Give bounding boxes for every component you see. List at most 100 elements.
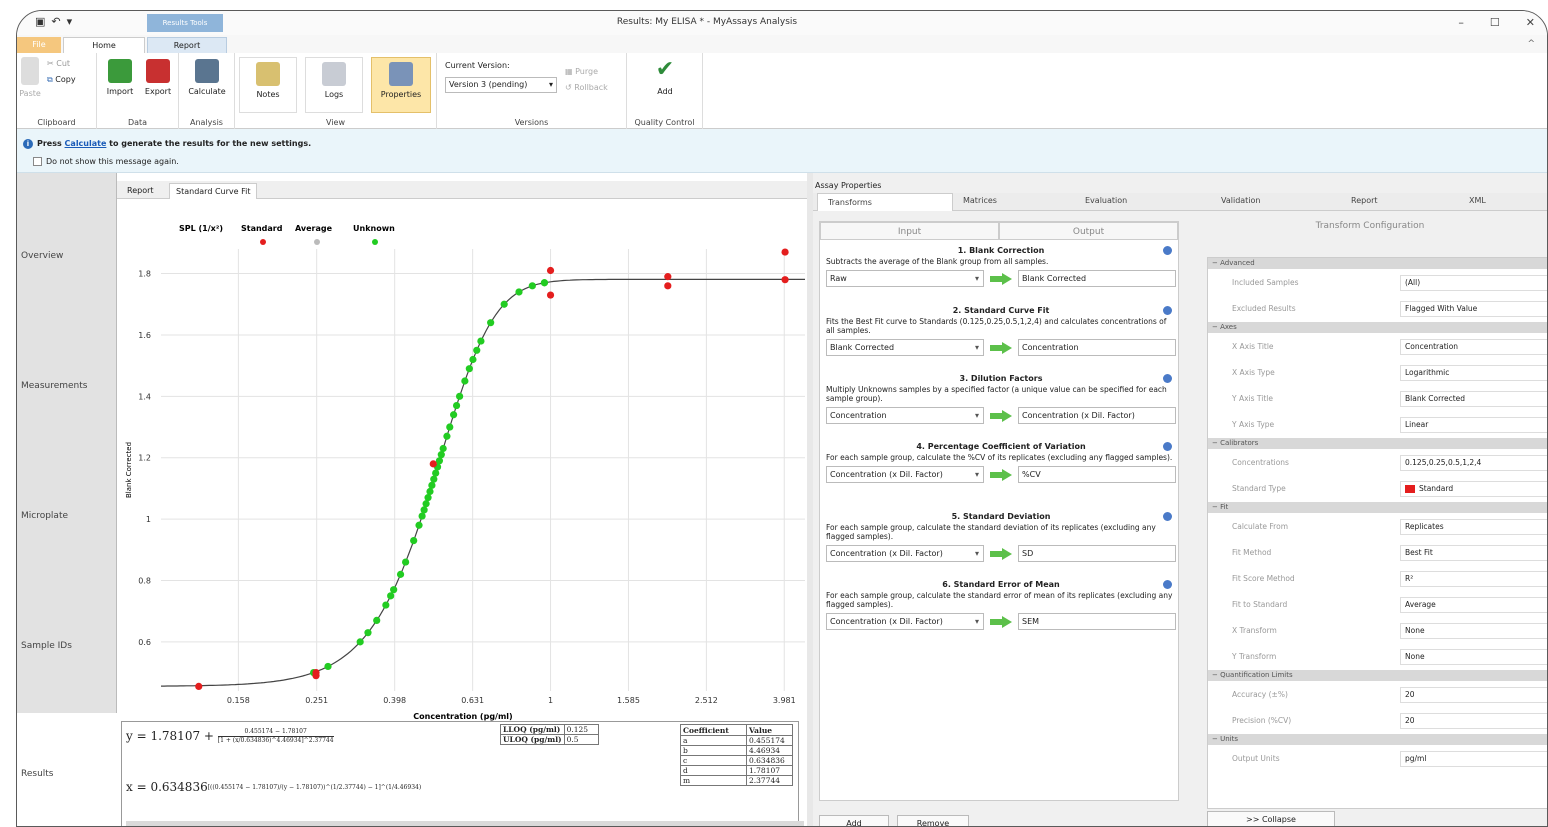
help-icon[interactable] [1163,512,1172,521]
property-value[interactable]: 20 [1400,713,1547,729]
property-fit-score: Fit Score Method R²▾ [1208,566,1547,592]
step-output-field[interactable]: SD [1018,545,1176,562]
import-button[interactable]: Import [103,59,137,96]
properties-tab-xml[interactable]: XML [1469,196,1486,205]
help-icon[interactable] [1163,374,1172,383]
close-button[interactable]: ✕ [1526,16,1535,29]
transform-step[interactable]: 5. Standard Deviation For each sample gr… [826,512,1176,563]
step-output-field[interactable]: %CV [1018,466,1176,483]
y-equation-numerator: 0.455174 − 1.78107 [217,728,334,737]
property-value[interactable]: Linear▾ [1400,417,1547,433]
tab-home[interactable]: Home [63,37,145,53]
minimize-button[interactable]: – [1458,16,1464,29]
tab-standard-curve-fit[interactable]: Standard Curve Fit [169,183,258,199]
property-value[interactable]: Average▾ [1400,597,1547,613]
property-value[interactable]: R²▾ [1400,571,1547,587]
help-icon[interactable] [1163,442,1172,451]
property-value[interactable]: None▾ [1400,623,1547,639]
properties-tab-transforms[interactable]: Transforms [817,193,953,211]
property-value[interactable]: Concentration [1400,339,1547,355]
tab-report[interactable]: Report [147,37,227,53]
ribbon-minimize-icon[interactable]: ^ [1527,39,1535,49]
transform-configuration: Transform Configuration − Advanced Includ… [1191,213,1547,826]
category-quant[interactable]: − Quantification Limits [1208,670,1547,681]
step-input-select[interactable]: Concentration ▾ [826,407,984,424]
horizontal-scrollbar[interactable] [126,821,804,826]
rollback-button[interactable]: ↺ Rollback [565,83,608,92]
dont-show-option[interactable]: Do not show this message again. [33,157,179,166]
step-output-field[interactable]: Blank Corrected [1018,270,1176,287]
tab-file[interactable]: File [17,37,61,53]
properties-button[interactable]: Properties [371,57,431,113]
paste-button[interactable]: Paste [19,57,41,98]
notes-button[interactable]: Notes [239,57,297,113]
property-name: Fit Score Method [1232,574,1295,583]
property-value[interactable]: 0.125,0.25,0.5,1,2,4 [1400,455,1547,471]
property-value[interactable]: pg/ml [1400,751,1547,767]
property-value[interactable]: Blank Corrected [1400,391,1547,407]
transform-step[interactable]: 1. Blank Correction Subtracts the averag… [826,246,1176,288]
import-icon [108,59,132,83]
step-output-field[interactable]: Concentration [1018,339,1176,356]
transform-step[interactable]: 4. Percentage Coefficient of Variation F… [826,442,1176,484]
export-button[interactable]: Export [141,59,175,96]
property-value[interactable]: (All)▾ [1400,275,1547,291]
property-value[interactable]: Standard▾ [1400,481,1547,497]
y-axis-title: Blank Corrected [125,442,133,498]
output-header[interactable]: Output [999,222,1178,240]
logs-button[interactable]: Logs [305,57,363,113]
property-value[interactable]: 20 [1400,687,1547,703]
nav-overview[interactable]: Overview [21,251,63,261]
dont-show-checkbox[interactable] [33,157,42,166]
transform-step[interactable]: 6. Standard Error of Mean For each sampl… [826,580,1176,631]
collapse-button[interactable]: >> Collapse [1207,811,1335,826]
limits-row: LLOQ (pg/ml) 0.125 [500,724,599,735]
nav-microplate[interactable]: Microplate [21,511,68,521]
tab-report-view[interactable]: Report [121,183,160,199]
transform-step[interactable]: 2. Standard Curve Fit Fits the Best Fit … [826,306,1176,357]
category-axes[interactable]: − Axes [1208,322,1547,333]
nav-sample-ids[interactable]: Sample IDs [21,641,72,651]
step-input-select[interactable]: Blank Corrected ▾ [826,339,984,356]
step-input-select[interactable]: Raw ▾ [826,270,984,287]
step-input-select[interactable]: Concentration (x Dil. Factor) ▾ [826,613,984,630]
y-tick-label: 1.8 [138,270,151,279]
help-icon[interactable] [1163,580,1172,589]
nav-measurements[interactable]: Measurements [21,381,87,391]
step-output-field[interactable]: Concentration (x Dil. Factor) [1018,407,1176,424]
cut-button[interactable]: ✂ Cut [47,59,70,68]
category-advanced[interactable]: − Advanced [1208,258,1547,269]
unknown-point [456,392,464,400]
nav-results[interactable]: Results [17,713,117,826]
category-units[interactable]: − Units [1208,734,1547,745]
step-input-select[interactable]: Concentration (x Dil. Factor) ▾ [826,466,984,483]
property-value[interactable]: Logarithmic▾ [1400,365,1547,381]
properties-tab-evaluation[interactable]: Evaluation [1085,196,1127,205]
purge-button[interactable]: ▦ Purge [565,67,598,76]
remove-transform-button[interactable]: Remove [897,815,969,826]
category-fit[interactable]: − Fit [1208,502,1547,513]
help-icon[interactable] [1163,306,1172,315]
property-value[interactable]: Flagged With Value▾ [1400,301,1547,317]
properties-tab-validation[interactable]: Validation [1221,196,1261,205]
input-header[interactable]: Input [820,222,999,240]
add-qc-button[interactable]: ✔ Add [643,59,687,97]
maximize-button[interactable]: ☐ [1490,16,1500,29]
step-input-select[interactable]: Concentration (x Dil. Factor) ▾ [826,545,984,562]
property-value[interactable]: None▾ [1400,649,1547,665]
copy-button[interactable]: ⧉ Copy [47,75,76,85]
transform-step[interactable]: 3. Dilution Factors Multiply Unknowns sa… [826,374,1176,425]
calculate-link[interactable]: Calculate [65,139,107,148]
property-value[interactable]: Replicates▾ [1400,519,1547,535]
version-select[interactable]: Version 3 (pending) ▾ [445,77,557,93]
add-transform-button[interactable]: Add [819,815,889,826]
property-value[interactable]: Best Fit▾ [1400,545,1547,561]
properties-tab-matrices[interactable]: Matrices [963,196,997,205]
calculate-button[interactable]: Calculate [185,59,229,96]
step-output-field[interactable]: SEM [1018,613,1176,630]
help-icon[interactable] [1163,246,1172,255]
category-calibrators[interactable]: − Calibrators [1208,438,1547,449]
collapse-icon: − [1212,735,1221,743]
arrow-right-icon [990,273,1012,285]
properties-tab-report[interactable]: Report [1351,196,1378,205]
